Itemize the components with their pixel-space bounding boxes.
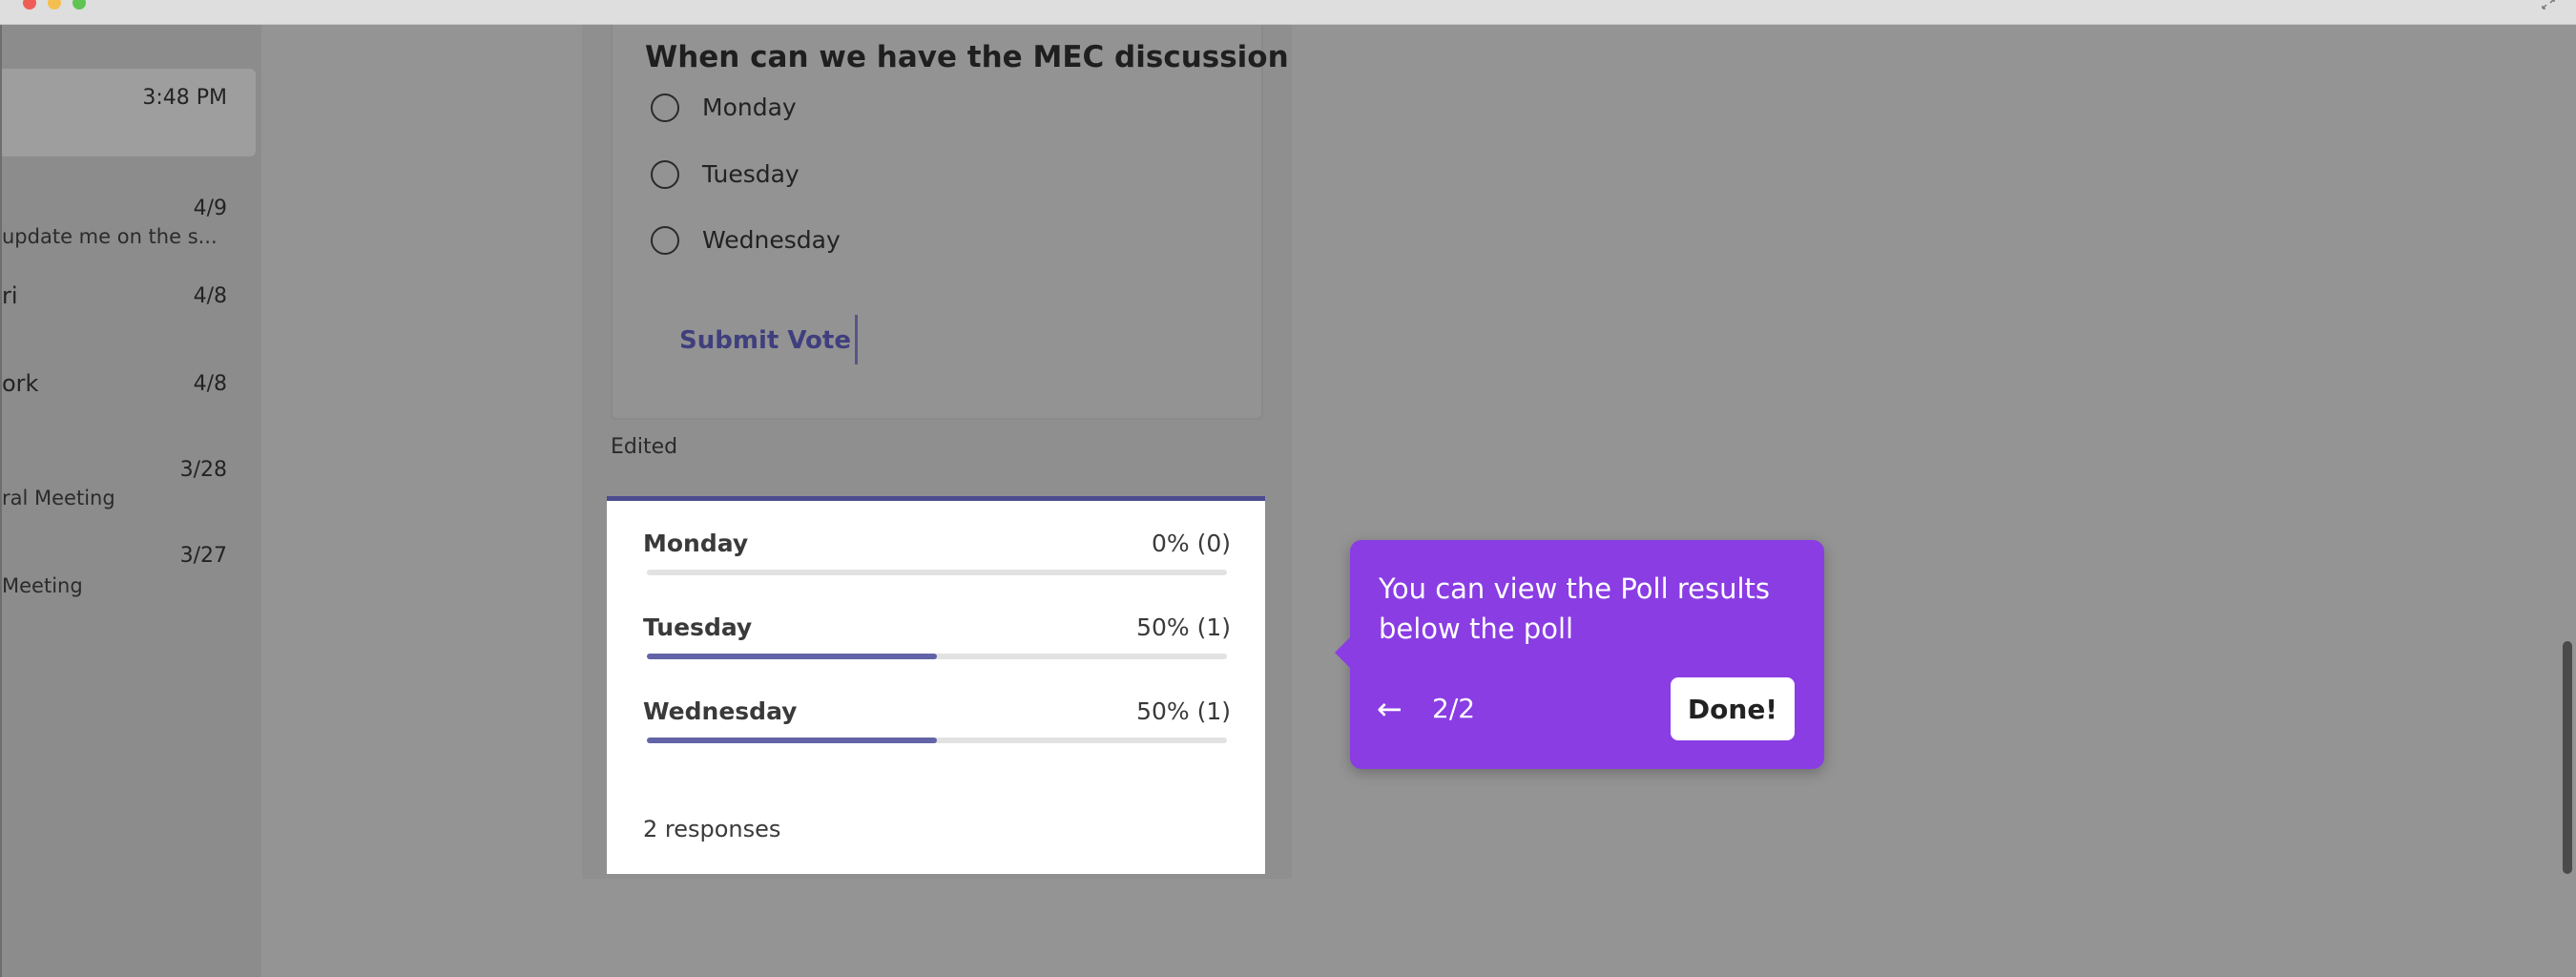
result-label: Wednesday bbox=[643, 697, 798, 725]
chat-preview: update me on the s... bbox=[2, 225, 218, 248]
scrollbar-thumb[interactable] bbox=[2563, 641, 2572, 874]
chat-list-item[interactable]: ri 4/8 bbox=[2, 258, 256, 338]
result-bar-fill bbox=[647, 738, 937, 743]
result-label: Monday bbox=[643, 530, 749, 557]
result-label: Tuesday bbox=[643, 613, 753, 641]
result-bar bbox=[647, 738, 1227, 743]
expand-icon[interactable] bbox=[2542, 0, 2555, 10]
poll-card: When can we have the MEC discussion Mond… bbox=[611, 25, 1289, 420]
result-bar bbox=[647, 654, 1227, 659]
chat-name: ork bbox=[2, 370, 39, 397]
radio-button[interactable] bbox=[651, 94, 679, 122]
result-bar bbox=[647, 570, 1227, 575]
chat-preview: ral Meeting bbox=[2, 487, 115, 509]
chat-preview: Meeting bbox=[2, 574, 83, 597]
radio-button[interactable] bbox=[651, 160, 679, 189]
chat-list-item[interactable]: 3/28 ral Meeting bbox=[2, 431, 256, 511]
chat-time: 4/8 bbox=[193, 372, 227, 396]
tour-popover: You can view the Poll results below the … bbox=[1335, 540, 1824, 769]
result-row-monday: Monday 0% (0) bbox=[643, 530, 1231, 596]
arrow-left-icon[interactable]: ← bbox=[1377, 691, 1402, 727]
conversation-pane: When can we have the MEC discussion Mond… bbox=[261, 25, 2576, 977]
chat-list-item[interactable]: 3:48 PM bbox=[2, 69, 256, 156]
divider bbox=[855, 315, 858, 364]
submit-vote-button[interactable]: Submit Vote bbox=[679, 326, 851, 355]
chat-time: 4/9 bbox=[193, 197, 227, 220]
poll-question: When can we have the MEC discussion bbox=[645, 40, 1289, 74]
close-window-button[interactable] bbox=[23, 0, 36, 10]
option-label: Wednesday bbox=[702, 226, 841, 254]
maximize-window-button[interactable] bbox=[73, 0, 86, 10]
chat-time: 3/28 bbox=[179, 458, 227, 482]
result-value: 0% (0) bbox=[1151, 530, 1231, 557]
responses-count: 2 responses bbox=[643, 816, 781, 842]
edited-label: Edited bbox=[611, 435, 678, 459]
done-button[interactable]: Done! bbox=[1671, 677, 1795, 740]
chat-time: 4/8 bbox=[193, 284, 227, 308]
result-row-tuesday: Tuesday 50% (1) bbox=[643, 613, 1231, 680]
chat-list-sidebar: 3:48 PM 4/9 update me on the s... ri 4/8… bbox=[0, 25, 261, 977]
chat-time: 3:48 PM bbox=[142, 86, 227, 110]
result-value: 50% (1) bbox=[1136, 613, 1231, 641]
popover-message: You can view the Poll results below the … bbox=[1379, 572, 1771, 645]
poll-results-card: Monday 0% (0) Tuesday 50% (1) Wednesday … bbox=[607, 496, 1265, 874]
chat-time: 3/27 bbox=[179, 544, 227, 568]
radio-button[interactable] bbox=[651, 226, 679, 255]
popover-pointer bbox=[1335, 635, 1352, 670]
chat-name: ri bbox=[2, 282, 18, 309]
step-counter: 2/2 bbox=[1432, 693, 1476, 724]
option-label: Tuesday bbox=[702, 160, 800, 188]
option-label: Monday bbox=[702, 94, 797, 121]
result-bar-fill bbox=[647, 654, 937, 659]
result-value: 50% (1) bbox=[1136, 697, 1231, 725]
result-row-wednesday: Wednesday 50% (1) bbox=[643, 697, 1231, 764]
window-titlebar bbox=[0, 0, 2576, 25]
chat-list-item[interactable]: 3/27 Meeting bbox=[2, 519, 256, 599]
chat-list-item[interactable]: ork 4/8 bbox=[2, 343, 256, 424]
chat-list-item[interactable]: 4/9 update me on the s... bbox=[2, 168, 256, 248]
minimize-window-button[interactable] bbox=[48, 0, 61, 10]
